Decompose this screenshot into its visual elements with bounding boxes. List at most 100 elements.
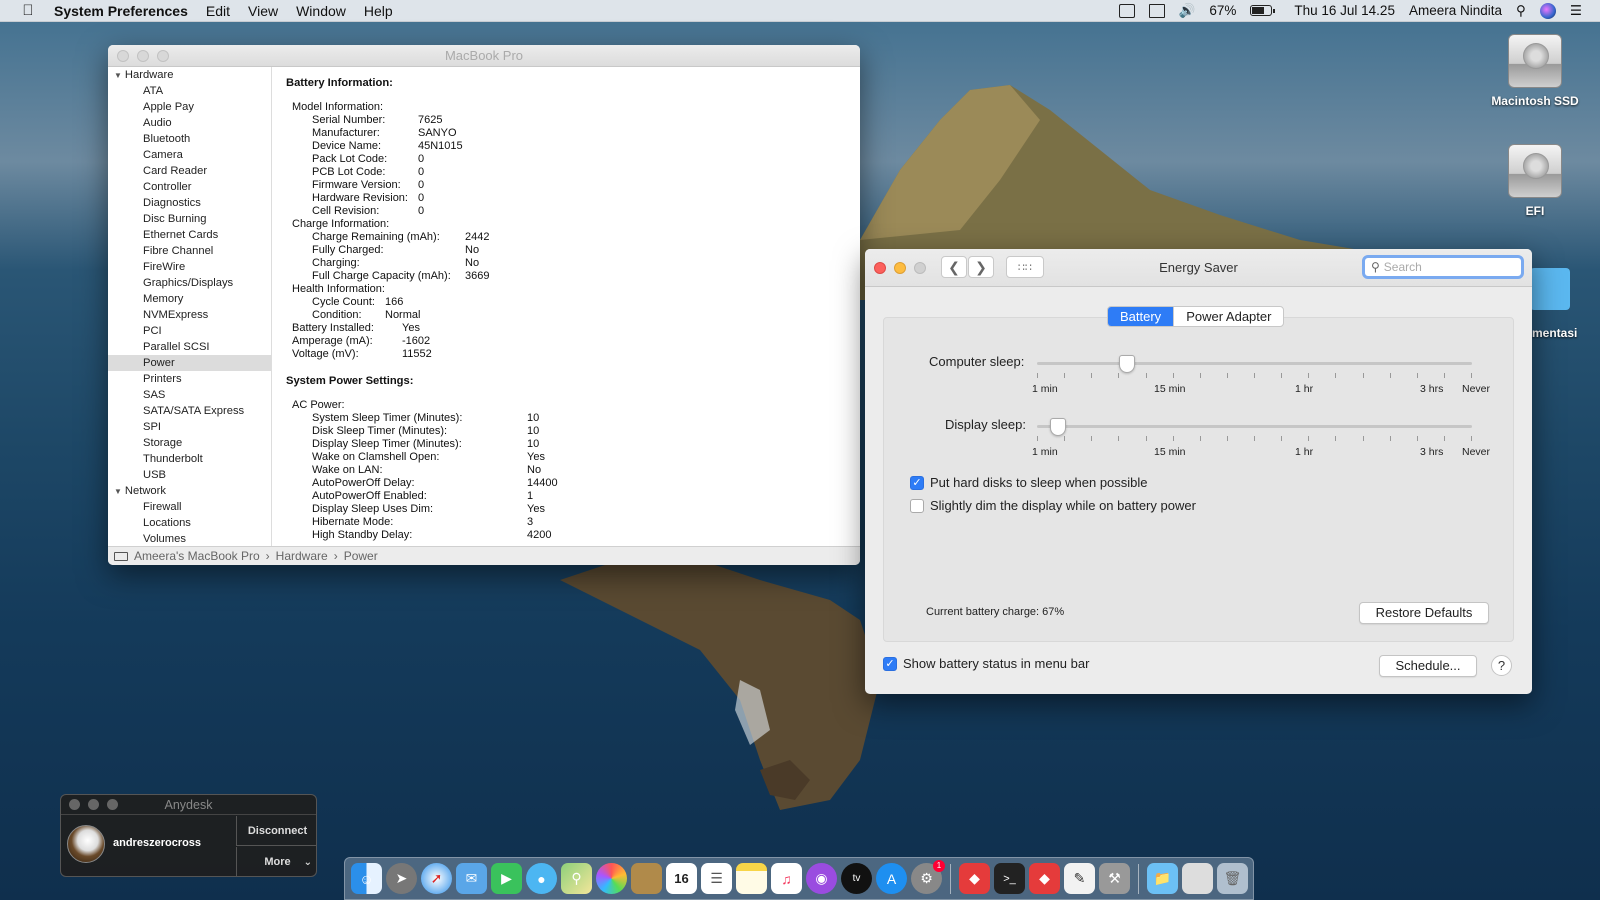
sidebar-item-disc-burning[interactable]: Disc Burning [108,211,271,227]
terminal-icon[interactable]: >_ [994,863,1025,894]
anydesk-alt-icon[interactable]: ◆ [1029,863,1060,894]
desktop-icon-macintosh-ssd[interactable]: Macintosh SSD [1480,34,1590,108]
maps-icon[interactable]: ⚲ [561,863,592,894]
trash-icon[interactable]: 🗑 [1217,863,1248,894]
breadcrumb-power[interactable]: Power [344,549,378,563]
sidebar-item-audio[interactable]: Audio [108,115,271,131]
sidebar-item-fibre-channel[interactable]: Fibre Channel [108,243,271,259]
sidebar-item-parallel-scsi[interactable]: Parallel SCSI [108,339,271,355]
disclosure-triangle-icon[interactable]: ▼ [114,71,122,80]
sidebar-item-bluetooth[interactable]: Bluetooth [108,131,271,147]
clock[interactable]: Thu 16 Jul 14.25 [1294,3,1395,18]
finder-icon[interactable]: ☺ [351,863,382,894]
system-preferences-icon[interactable]: ⚙ 1 [911,860,945,894]
sidebar-item-firewall[interactable]: Firewall [108,499,271,515]
sidebar-item-printers[interactable]: Printers [108,371,271,387]
sidebar-item-ethernet-cards[interactable]: Ethernet Cards [108,227,271,243]
app-store-icon[interactable]: A [876,863,907,894]
battery-icon[interactable] [1250,5,1276,16]
screenshot-thumbnail-icon[interactable] [1182,863,1213,894]
sidebar-item-storage[interactable]: Storage [108,435,271,451]
breadcrumb-computer[interactable]: Ameera's MacBook Pro [134,549,260,563]
sidebar-item-memory[interactable]: Memory [108,291,271,307]
safari-icon[interactable]: ➚ [421,863,452,894]
checkmark-icon[interactable]: ✓ [883,656,897,671]
menu-view[interactable]: View [248,3,278,19]
sidebar-item-controller[interactable]: Controller [108,179,271,195]
airplay-icon[interactable] [1148,3,1165,18]
disclosure-triangle-icon[interactable]: ▼ [114,487,122,496]
restore-defaults-button[interactable]: Restore Defaults [1359,602,1489,624]
sidebar-item-power[interactable]: Power [108,355,271,371]
display-sleep-track[interactable] [1037,425,1472,428]
checkmark-icon[interactable]: ✓ [910,475,924,490]
disconnect-button[interactable]: Disconnect [236,816,316,846]
sidebar-item-volumes[interactable]: Volumes [108,531,271,546]
sidebar-item-locations[interactable]: Locations [108,515,271,531]
more-button[interactable]: More ⌄ [236,847,316,876]
sidebar-item-thunderbolt[interactable]: Thunderbolt [108,451,271,467]
notification-center-icon[interactable]: ☰ [1570,3,1582,19]
desktop-icon-efi[interactable]: EFI [1480,144,1590,218]
menu-app-name[interactable]: System Preferences [54,3,188,19]
music-icon[interactable]: ♫ [771,863,802,894]
sidebar-item-sas[interactable]: SAS [108,387,271,403]
sysinfo-titlebar[interactable]: MacBook Pro [108,45,860,67]
siri-icon[interactable] [1539,2,1556,19]
show-battery-status-checkbox[interactable]: ✓ Show battery status in menu bar [883,656,1089,671]
sidebar-item-card-reader[interactable]: Card Reader [108,163,271,179]
anydesk-titlebar[interactable]: Anydesk [61,795,316,815]
search-input[interactable]: ⚲ Search [1362,255,1524,279]
anydesk-icon[interactable]: ◆ [959,863,990,894]
tab-battery[interactable]: Battery [1108,307,1174,326]
sidebar-item-graphics-displays[interactable]: Graphics/Displays [108,275,271,291]
desktop-folder-icon[interactable] [1530,268,1570,310]
user-name[interactable]: Ameera Nindita [1409,3,1502,18]
messages-icon[interactable]: ● [526,863,557,894]
sidebar-group-network[interactable]: ▼ Network [108,483,271,499]
dim-display-checkbox[interactable]: Slightly dim the display while on batter… [910,498,1196,513]
apple-menu-icon[interactable]:  [18,2,38,19]
spotlight-search-icon[interactable]: ⚲ [1516,3,1526,19]
downloads-folder-icon[interactable]: 📁 [1147,863,1178,894]
notes-book-icon[interactable] [631,863,662,894]
checkbox-empty-icon[interactable] [910,498,924,513]
display-sleep-slider-thumb[interactable] [1050,418,1066,436]
computer-sleep-track[interactable] [1037,362,1472,365]
tab-power-adapter[interactable]: Power Adapter [1173,307,1283,326]
computer-sleep-slider-thumb[interactable] [1119,355,1135,373]
sidebar-item-sata-sata-express[interactable]: SATA/SATA Express [108,403,271,419]
sidebar-item-usb[interactable]: USB [108,467,271,483]
put-disks-to-sleep-checkbox[interactable]: ✓ Put hard disks to sleep when possible [910,475,1148,490]
sidebar-item-ata[interactable]: ATA [108,83,271,99]
notes-icon[interactable] [736,863,767,894]
menu-edit[interactable]: Edit [206,3,230,19]
sidebar-item-firewire[interactable]: FireWire [108,259,271,275]
textedit-icon[interactable]: ✎ [1064,863,1095,894]
volume-icon[interactable]: 🔊 [1179,3,1196,19]
reminders-icon[interactable]: ☰ [701,863,732,894]
sidebar-item-apple-pay[interactable]: Apple Pay [108,99,271,115]
activity-monitor-icon[interactable] [1118,3,1135,18]
apple-tv-icon[interactable]: tv [841,863,872,894]
breadcrumb-hardware[interactable]: Hardware [276,549,328,563]
launchpad-icon[interactable]: ➤ [386,863,417,894]
utility-icon[interactable]: ⚒ [1099,863,1130,894]
sidebar-item-diagnostics[interactable]: Diagnostics [108,195,271,211]
sidebar-item-nvmexpress[interactable]: NVMExpress [108,307,271,323]
sidebar-group-hardware[interactable]: ▼ Hardware [108,67,271,83]
photos-icon[interactable] [596,863,627,894]
menu-window[interactable]: Window [296,3,346,19]
sidebar-item-camera[interactable]: Camera [108,147,271,163]
energy-titlebar[interactable]: ❮ ❯ ∷∷ Energy Saver ⚲ Search [865,249,1532,287]
help-button[interactable]: ? [1491,655,1512,676]
calendar-icon[interactable]: 16 [666,863,697,894]
sidebar-item-spi[interactable]: SPI [108,419,271,435]
battery-percent[interactable]: 67% [1209,3,1236,18]
menu-help[interactable]: Help [364,3,393,19]
schedule-button[interactable]: Schedule... [1379,655,1477,677]
mail-icon[interactable]: ✉ [456,863,487,894]
sidebar-item-pci[interactable]: PCI [108,323,271,339]
podcasts-icon[interactable]: ◉ [806,863,837,894]
facetime-icon[interactable]: ▶ [491,863,522,894]
